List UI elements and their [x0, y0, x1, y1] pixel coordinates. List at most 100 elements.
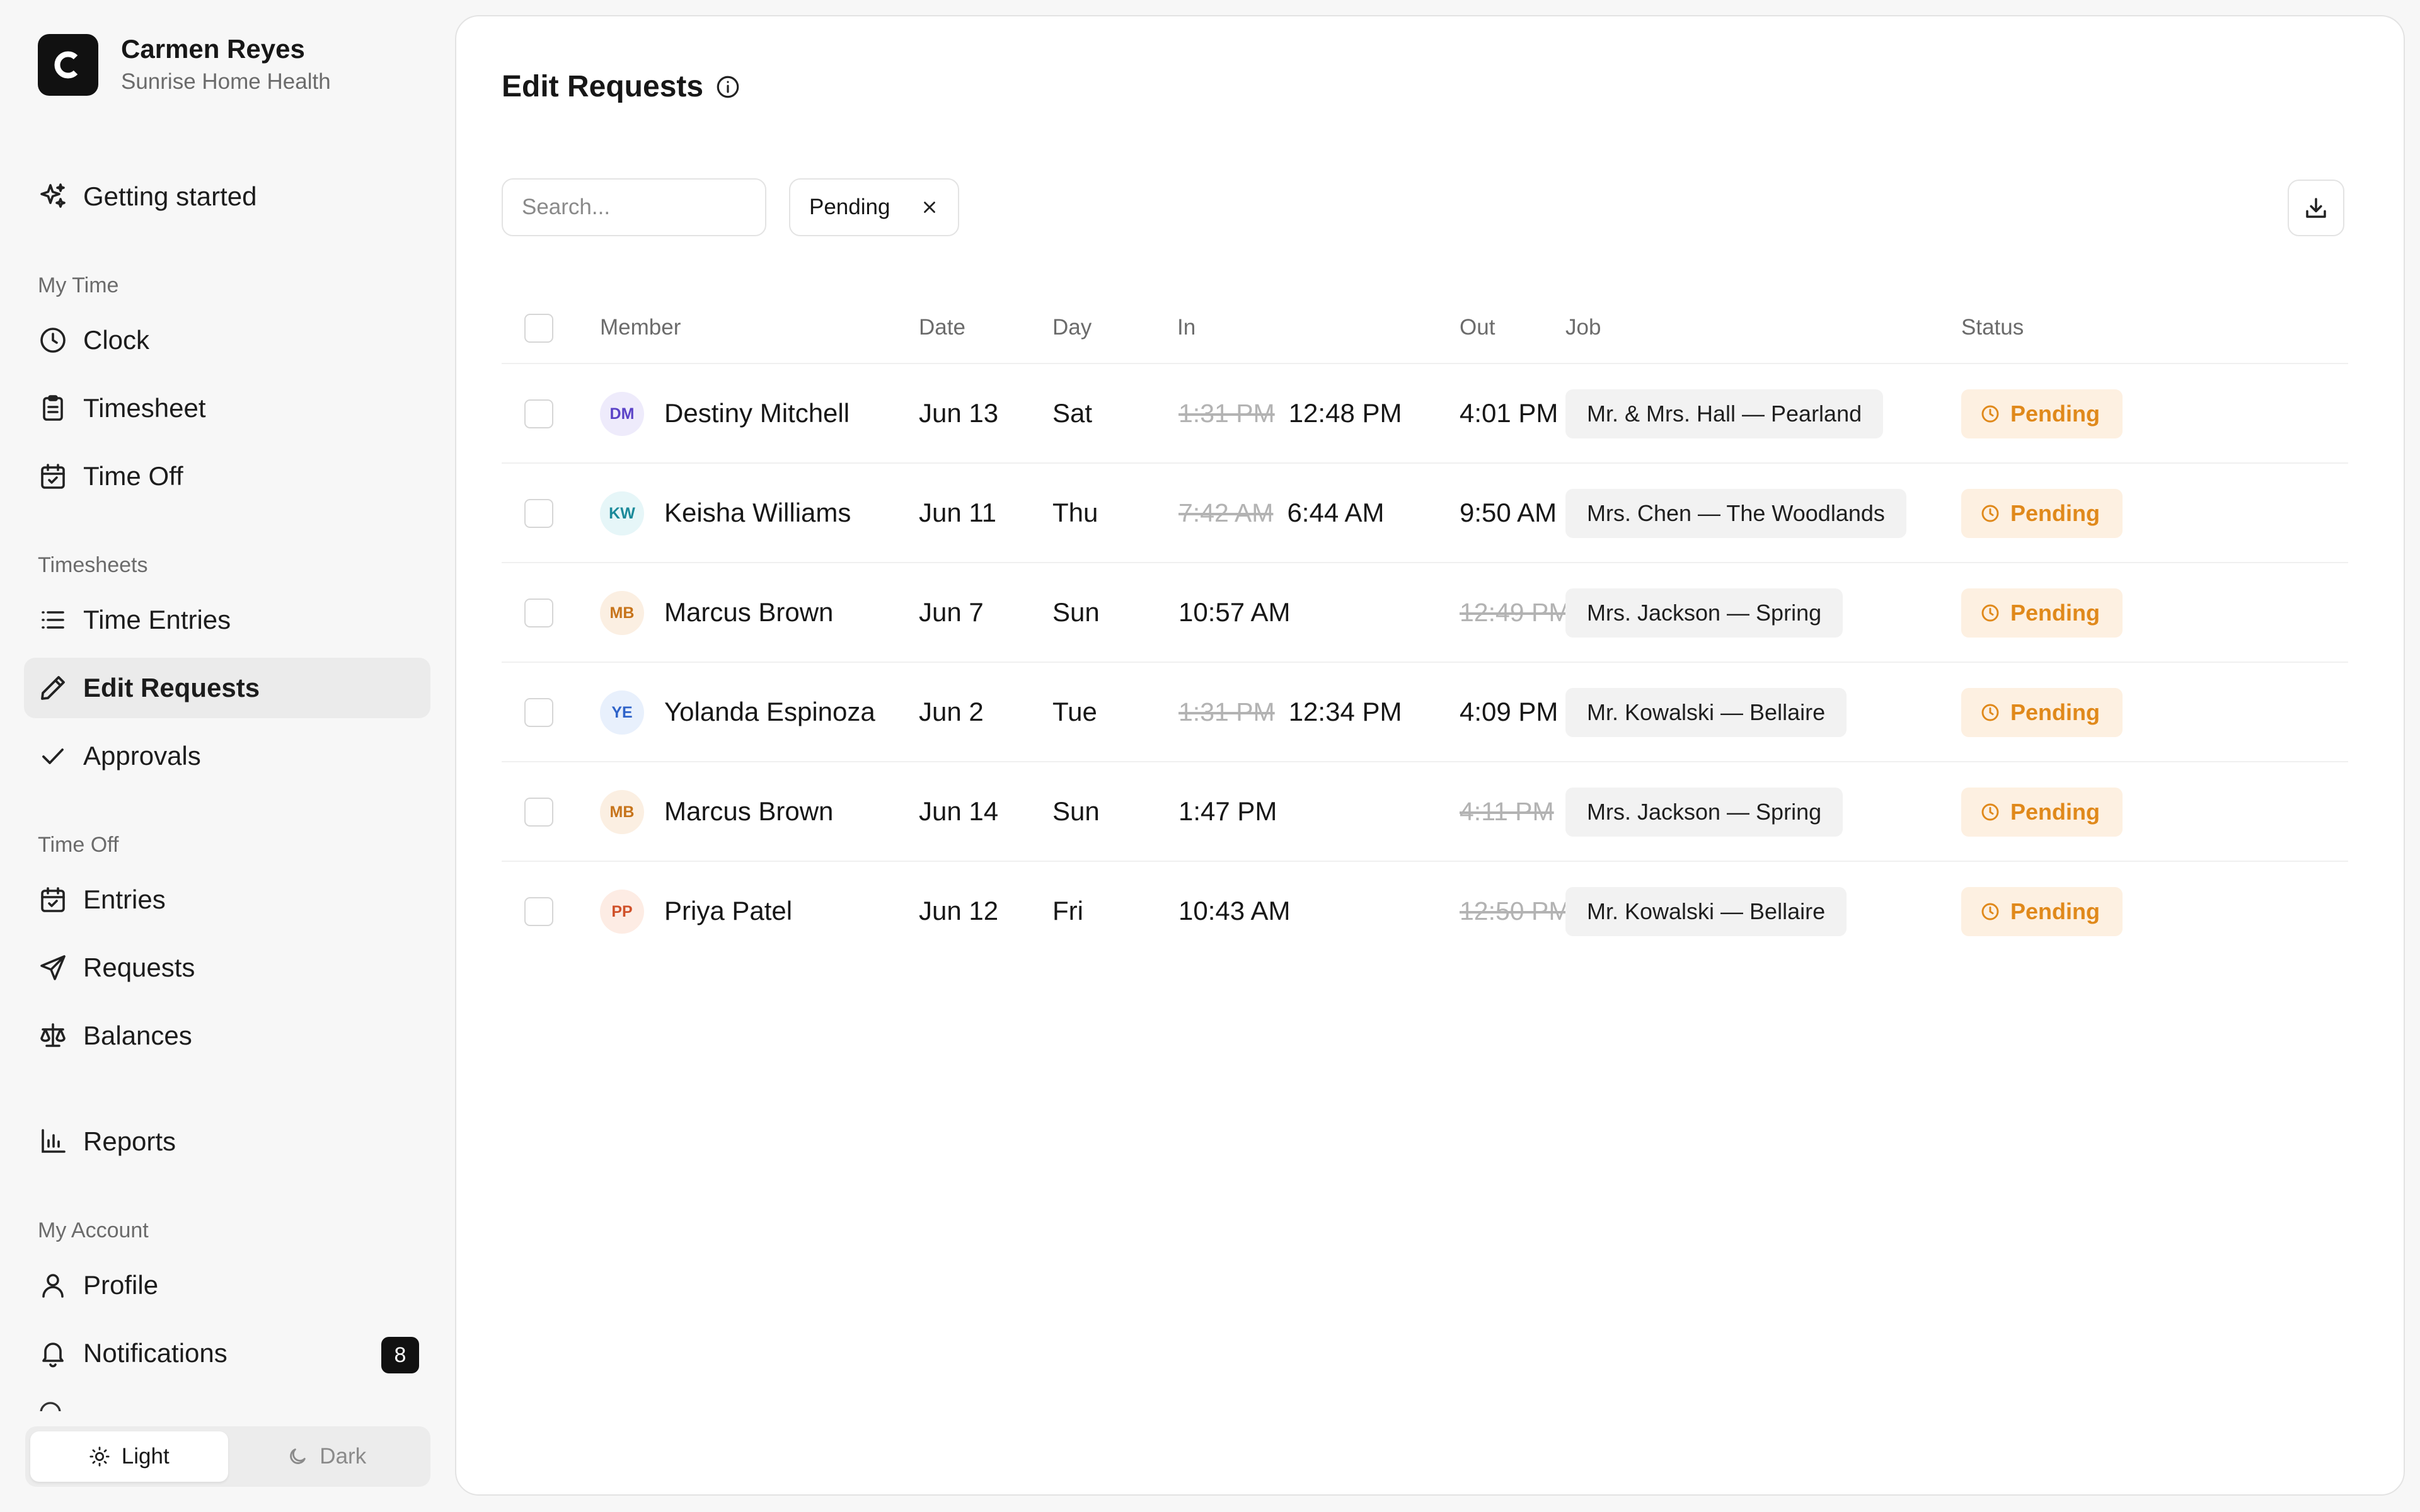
- in-time: 10:57 AM: [1178, 597, 1291, 627]
- date-cell: Jun 14: [919, 796, 999, 826]
- table-row[interactable]: PP Priya Patel Jun 12 Fri 12:50 PM10:43 …: [502, 861, 2348, 960]
- table-row[interactable]: MB Marcus Brown Jun 14 Sun 1:47 PM 4:11 …: [502, 761, 2348, 861]
- nav-label: Notifications: [83, 1338, 228, 1368]
- member-name: Priya Patel: [664, 896, 793, 925]
- section-heading-my-time: My Time: [38, 273, 119, 297]
- nav-label: Getting started: [83, 181, 257, 211]
- filter-label: Pending: [809, 195, 890, 219]
- table-row[interactable]: YE Yolanda Espinoza Jun 2 Tue 1:31 PM 12:…: [502, 662, 2348, 761]
- avatar: DM: [600, 392, 644, 436]
- member-name: Keisha Williams: [664, 498, 851, 527]
- nav-getting-started[interactable]: Getting started: [24, 166, 430, 227]
- partial-nav-icon: [40, 1402, 61, 1411]
- table-row[interactable]: DM Destiny Mitchell Jun 13 Sat 1:31 PM 12…: [502, 363, 2348, 462]
- nav-timesheet[interactable]: Timesheet: [24, 378, 430, 438]
- day-cell: Tue: [1052, 697, 1097, 726]
- moon-icon: [290, 1448, 306, 1464]
- in-cell: 1:31 PM 12:48 PM: [1178, 398, 1402, 428]
- nav-profile[interactable]: Profile: [24, 1255, 430, 1315]
- status-label: Pending: [2010, 699, 2100, 725]
- job-chip: Mrs. Jackson — Spring: [1565, 588, 1843, 638]
- day-cell: Sat: [1052, 398, 1093, 428]
- row-checkbox[interactable]: [524, 698, 553, 727]
- in-time: 12:34 PM: [1288, 697, 1402, 726]
- member-name: Marcus Brown: [664, 796, 834, 826]
- date-cell: Jun 13: [919, 398, 999, 428]
- main-panel: Edit Requests Pending Member Date Day In…: [455, 15, 2405, 1496]
- nav-clock[interactable]: Clock: [24, 310, 430, 370]
- avatar-initials: DM: [609, 404, 635, 423]
- avatar: PP: [600, 890, 644, 934]
- nav-label: Reports: [83, 1126, 176, 1156]
- nav-label: Entries: [83, 885, 166, 914]
- job-label: Mr. Kowalski — Bellaire: [1587, 699, 1826, 725]
- info-icon[interactable]: [715, 74, 741, 100]
- row-checkbox[interactable]: [524, 399, 553, 428]
- nav-label: Edit Requests: [83, 673, 260, 702]
- avatar-initials: YE: [611, 703, 633, 721]
- nav-edit-requests[interactable]: Edit Requests: [24, 658, 430, 718]
- page-title-text: Edit Requests: [502, 70, 704, 103]
- job-label: Mr. & Mrs. Hall — Pearland: [1587, 401, 1862, 427]
- download-button[interactable]: [2288, 180, 2344, 236]
- table-header: Member Date Day In Out Job Status: [502, 301, 2348, 355]
- theme-light-button[interactable]: Light: [30, 1431, 228, 1482]
- in-cell: 10:57 AM: [1178, 597, 1290, 627]
- table-row[interactable]: MB Marcus Brown Jun 7 Sun 10:57 AM 12:49…: [502, 562, 2348, 662]
- member-name: Yolanda Espinoza: [664, 697, 875, 726]
- avatar-initials: KW: [609, 504, 635, 522]
- original-in-time: 1:31 PM: [1178, 399, 1275, 428]
- column-day[interactable]: Day: [1052, 315, 1092, 340]
- column-out[interactable]: Out: [1460, 315, 1495, 340]
- calendar-check-icon: [41, 464, 65, 489]
- nav-time-entries[interactable]: Time Entries: [24, 590, 430, 650]
- column-date[interactable]: Date: [919, 315, 965, 340]
- row-checkbox[interactable]: [524, 499, 553, 528]
- search-input[interactable]: [502, 178, 766, 236]
- column-in[interactable]: In: [1177, 315, 1196, 340]
- nav-reports[interactable]: Reports: [24, 1111, 430, 1172]
- nav-item-clipped[interactable]: [38, 1400, 441, 1411]
- nav-time-off-requests[interactable]: Requests: [24, 937, 430, 998]
- column-job[interactable]: Job: [1565, 315, 1601, 340]
- nav-approvals[interactable]: Approvals: [24, 726, 430, 786]
- row-checkbox[interactable]: [524, 897, 553, 926]
- avatar: YE: [600, 690, 644, 735]
- bar-chart-icon: [42, 1129, 66, 1153]
- nav-label: Time Entries: [83, 605, 231, 634]
- out-cell: 4:09 PM: [1460, 697, 1558, 727]
- scale-icon: [40, 1023, 66, 1047]
- table-row[interactable]: KW Keisha Williams Jun 11 Thu 7:42 AM 6:4…: [502, 462, 2348, 562]
- day-cell: Sun: [1052, 796, 1100, 826]
- nav-balances[interactable]: Balances: [24, 1005, 430, 1066]
- avatar: MB: [600, 591, 644, 635]
- notifications-count-badge: 8: [381, 1337, 419, 1373]
- page-title: Edit Requests: [502, 69, 741, 104]
- nav-label: Balances: [83, 1021, 192, 1050]
- nav-label: Time Off: [83, 461, 183, 491]
- date-cell: Jun 2: [919, 697, 984, 726]
- avatar: MB: [600, 790, 644, 834]
- close-icon[interactable]: [920, 198, 939, 217]
- nav-time-off-entries[interactable]: Entries: [24, 869, 430, 930]
- row-checkbox[interactable]: [524, 598, 553, 627]
- original-out-time: 12:49 PM: [1460, 598, 1570, 627]
- theme-toggle: Light Dark: [25, 1426, 430, 1487]
- status-label: Pending: [2010, 500, 2100, 526]
- nav-notifications[interactable]: Notifications 8: [24, 1323, 430, 1383]
- theme-dark-button[interactable]: Dark: [228, 1431, 426, 1482]
- column-member[interactable]: Member: [600, 315, 681, 340]
- column-status[interactable]: Status: [1961, 315, 2024, 340]
- status-filter-chip[interactable]: Pending: [789, 178, 959, 236]
- in-cell: 12:50 PM10:43 AM: [1178, 896, 1290, 926]
- list-icon: [42, 611, 64, 629]
- select-all-checkbox[interactable]: [524, 314, 553, 343]
- row-checkbox[interactable]: [524, 798, 553, 827]
- nav-time-off[interactable]: Time Off: [24, 446, 430, 507]
- pencil-icon: [41, 676, 65, 700]
- original-out-time: 12:50 PM: [1460, 896, 1570, 925]
- bell-icon: [42, 1343, 64, 1368]
- job-chip: Mr. & Mrs. Hall — Pearland: [1565, 389, 1884, 438]
- section-heading-time-off: Time Off: [38, 833, 119, 857]
- workspace-switcher[interactable]: Carmen Reyes Sunrise Home Health: [38, 33, 331, 97]
